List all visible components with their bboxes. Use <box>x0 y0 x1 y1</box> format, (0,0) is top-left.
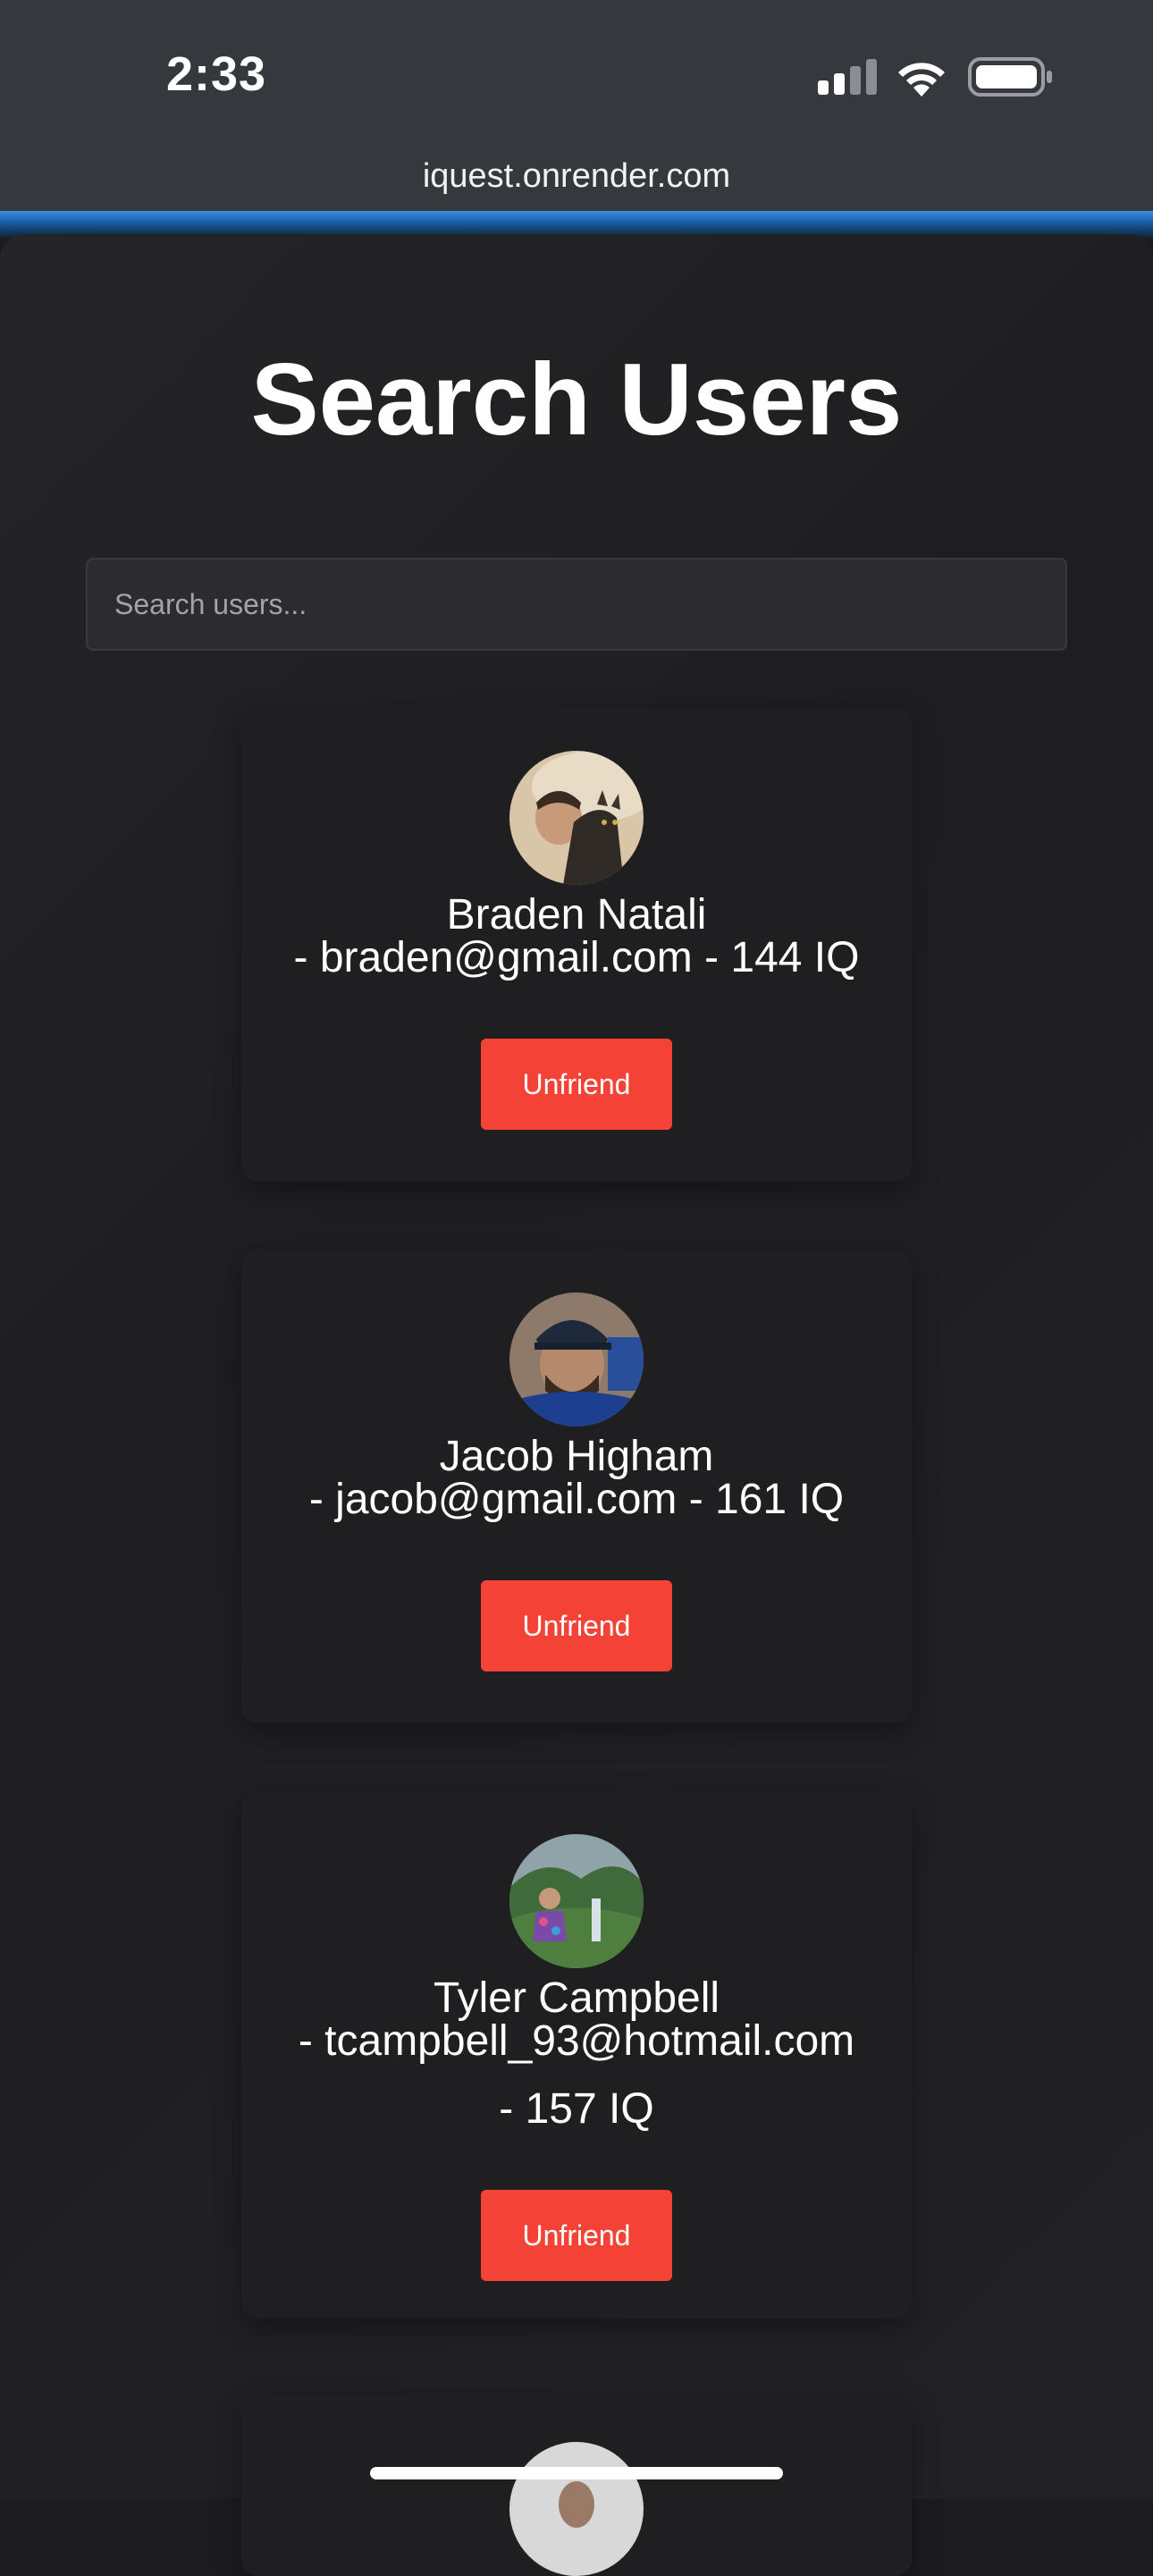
user-card <box>241 2397 912 2576</box>
cellular-signal-icon <box>818 59 877 95</box>
search-input[interactable] <box>86 558 1067 651</box>
user-avatar <box>509 751 644 885</box>
address-bar[interactable]: iquest.onrender.com <box>0 152 1153 211</box>
user-meta: - braden@gmail.com - 144 IQ <box>293 934 860 981</box>
wifi-icon <box>898 63 945 97</box>
user-card: Jacob Higham - jacob@gmail.com - 161 IQ … <box>241 1250 912 1723</box>
user-card: Braden Natali - braden@gmail.com - 144 I… <box>241 708 912 1182</box>
app-container: Search Users Braden Natali - braden@gmai… <box>0 234 1153 2576</box>
unfriend-button[interactable]: Unfriend <box>481 1039 672 1130</box>
home-indicator[interactable] <box>370 2467 783 2479</box>
user-avatar <box>509 1292 644 1427</box>
user-avatar <box>509 1834 644 1968</box>
status-time: 2:33 <box>166 47 267 101</box>
user-meta: - 157 IQ <box>499 2085 654 2133</box>
unfriend-button[interactable]: Unfriend <box>481 1580 672 1671</box>
user-avatar <box>509 2442 644 2576</box>
status-bar: 2:33 <box>0 0 1153 152</box>
page-title: Search Users <box>250 343 903 457</box>
user-meta: - jacob@gmail.com - 161 IQ <box>308 1476 845 1523</box>
battery-icon <box>968 57 1052 97</box>
user-card: Tyler Campbell - tcampbell_93@hotmail.co… <box>241 1791 912 2319</box>
user-meta: - tcampbell_93@hotmail.com <box>298 2017 855 2065</box>
unfriend-button[interactable]: Unfriend <box>481 2190 672 2281</box>
